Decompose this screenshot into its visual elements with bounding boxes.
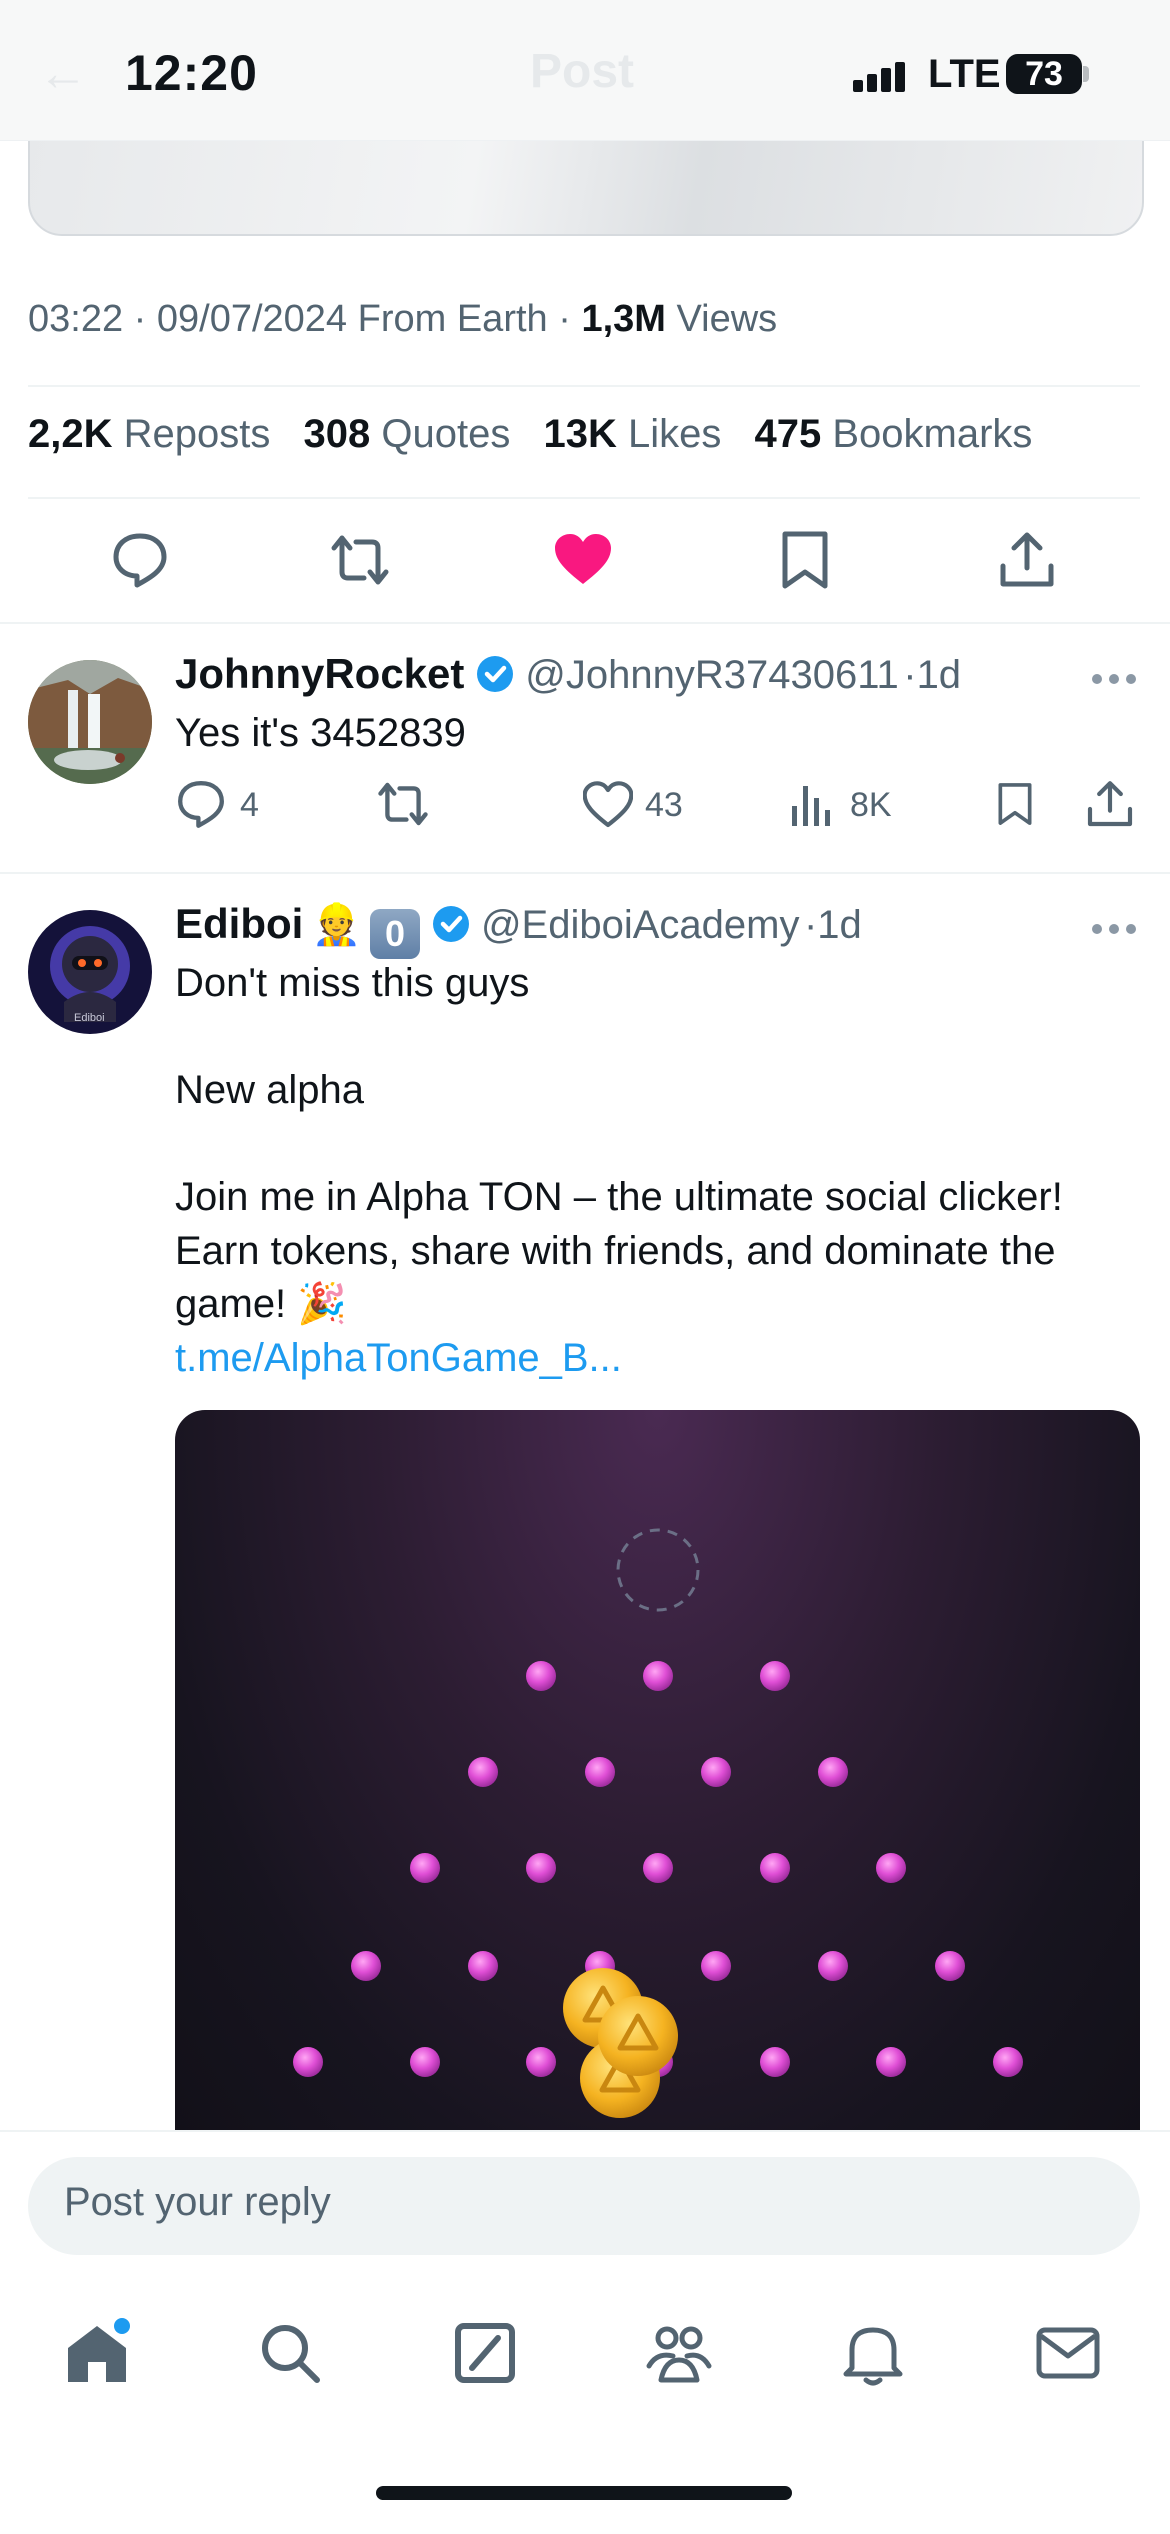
peg <box>468 1951 498 1981</box>
peg <box>760 1661 790 1691</box>
reply-icon[interactable] <box>175 778 227 830</box>
home-icon[interactable] <box>62 2318 132 2388</box>
views-label: Views <box>676 298 778 340</box>
search-icon[interactable] <box>255 2318 325 2388</box>
peg <box>760 1853 790 1883</box>
peg <box>993 2047 1023 2077</box>
peg <box>760 2047 790 2077</box>
likes-stat[interactable]: 13K Likes <box>543 412 721 456</box>
reply-placeholder: Post your reply <box>64 2180 331 2224</box>
peg <box>585 1757 615 1787</box>
reposts-stat[interactable]: 2,2K Reposts <box>28 412 270 456</box>
divider <box>0 622 1170 624</box>
verified-badge-icon <box>432 906 469 942</box>
peg <box>526 1661 556 1691</box>
reply-time: 1d <box>916 653 962 697</box>
coin <box>598 1996 678 2076</box>
network-label: LTE <box>928 52 1001 96</box>
peg <box>876 2047 906 2077</box>
divider <box>28 385 1140 387</box>
more-options-icon[interactable] <box>1090 922 1138 936</box>
bookmark-icon[interactable] <box>775 530 835 590</box>
peg <box>410 2047 440 2077</box>
reply-count: 4 <box>240 786 259 824</box>
peg <box>818 1757 848 1787</box>
author-name[interactable]: JohnnyRocket <box>175 650 464 697</box>
repost-icon[interactable] <box>376 778 430 830</box>
number-badge: 0 <box>370 909 421 959</box>
reply-text-line: Earn tokens, share with friends, and dom… <box>175 1229 1056 1273</box>
battery-indicator: 73 <box>1006 54 1082 94</box>
post-meta: 03:22 · 09/07/2024 From Earth · 1,3M Vie… <box>28 298 778 340</box>
peg <box>643 1853 673 1883</box>
author-handle[interactable]: @EdiboiAcademy <box>481 903 800 947</box>
peg <box>526 1853 556 1883</box>
telegram-link[interactable]: t.me/AlphaTonGame_B... <box>175 1331 622 1385</box>
divider <box>28 497 1140 499</box>
reply-time: 1d <box>817 903 862 947</box>
share-icon[interactable] <box>1085 778 1135 830</box>
reply-text-line: game! 🎉 <box>175 1282 348 1326</box>
waterfall-avatar-image <box>28 660 152 784</box>
views-icon[interactable] <box>790 780 834 828</box>
peg <box>351 1951 381 1981</box>
back-button[interactable]: ← <box>38 44 88 102</box>
status-time: 12:20 <box>125 45 258 101</box>
more-options-icon[interactable] <box>1090 672 1138 686</box>
peg <box>935 1951 965 1981</box>
avatar[interactable] <box>28 660 152 784</box>
post-date: 09/07/2024 <box>156 298 348 340</box>
post-stats: 2,2K Reposts 308 Quotes 13K Likes 475 Bo… <box>28 412 1032 457</box>
avatar-caption: Ediboi <box>74 1012 105 1024</box>
reply-text-line: New alpha <box>175 1068 365 1112</box>
plinko-board <box>293 1528 1023 2118</box>
avatar[interactable]: Ediboi <box>28 910 152 1034</box>
views-count: 8K <box>850 786 892 824</box>
reply-text: Yes it's 3452839 <box>175 711 466 755</box>
reply-text-line: Don't miss this guys <box>175 961 530 1005</box>
peg <box>293 2047 323 2077</box>
messages-icon[interactable] <box>1033 2318 1103 2388</box>
header-title: Post <box>530 45 635 98</box>
peg <box>643 1661 673 1691</box>
bookmarks-stat[interactable]: 475 Bookmarks <box>755 412 1033 456</box>
peg <box>410 1853 440 1883</box>
reply-icon[interactable] <box>110 530 170 590</box>
post-action-bar <box>0 500 1170 620</box>
bookmark-icon[interactable] <box>993 778 1037 830</box>
divider <box>0 872 1170 874</box>
peg <box>818 1951 848 1981</box>
peg <box>701 1757 731 1787</box>
home-indicator <box>376 2486 792 2500</box>
peg <box>526 2047 556 2077</box>
signal-icon <box>853 62 905 92</box>
verified-badge-icon <box>476 656 513 692</box>
grok-icon[interactable] <box>450 2318 520 2388</box>
peg <box>876 1853 906 1883</box>
post-source: From Earth <box>357 298 548 340</box>
author-handle[interactable]: @JohnnyR37430611 <box>525 653 898 697</box>
embedded-game-image[interactable] <box>175 1410 1140 2150</box>
like-icon-filled[interactable] <box>553 530 613 590</box>
like-count: 43 <box>645 786 683 824</box>
reply-header: JohnnyRocket @JohnnyR37430611 ·1d <box>175 650 962 697</box>
battery-cap <box>1083 66 1089 82</box>
author-name[interactable]: Ediboi <box>175 900 303 947</box>
reply-text-line: Join me in Alpha TON – the ultimate soci… <box>175 1175 1063 1219</box>
post-time: 03:22 <box>28 298 124 340</box>
reply-header: Ediboi 👷 0 @EdiboiAcademy ·1d <box>175 900 862 959</box>
communities-icon[interactable] <box>643 2318 713 2388</box>
views-count: 1,3M <box>581 298 666 340</box>
notifications-icon[interactable] <box>838 2318 908 2388</box>
quotes-stat[interactable]: 308 Quotes <box>304 412 511 456</box>
construction-worker-emoji: 👷 <box>311 903 362 947</box>
peg <box>468 1757 498 1787</box>
peg <box>701 1951 731 1981</box>
like-icon[interactable] <box>583 780 633 830</box>
repost-icon[interactable] <box>330 530 390 590</box>
share-icon[interactable] <box>997 530 1057 590</box>
